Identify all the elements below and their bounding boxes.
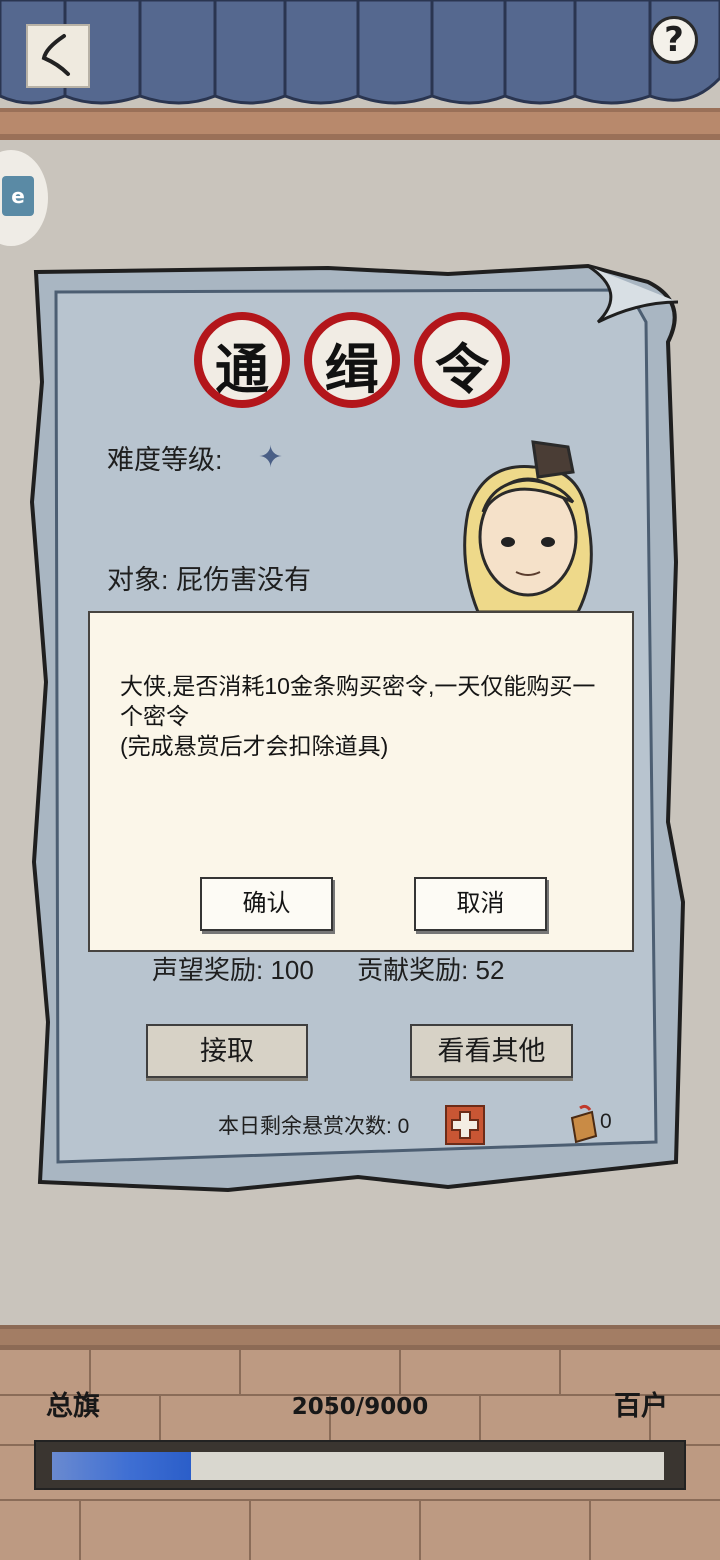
dialog-message-line1: 大侠,是否消耗10金条购买密令,一天仅能购买一个密令 — [120, 673, 596, 729]
reputation-reward: 声望奖励: 100 — [152, 955, 314, 985]
rewards-row: 声望奖励: 100 贡献奖励: 52 — [152, 950, 540, 987]
remaining-bounties-label: 本日剩余悬赏次数: 0 — [218, 1115, 410, 1138]
stamp-char-3: 令 — [435, 337, 489, 401]
confirm-button[interactable]: 确认 — [200, 877, 333, 931]
help-icon: ? — [664, 20, 684, 60]
side-tab-icon: e — [2, 176, 34, 216]
see-others-button[interactable]: 看看其他 — [410, 1024, 573, 1078]
contribution-reward: 贡献奖励: 52 — [357, 955, 505, 985]
stamp-char-2: 缉 — [325, 337, 379, 401]
secret-token-icon — [570, 1104, 598, 1144]
difficulty-star-icon: ✦ — [258, 440, 284, 475]
token-count: 0 — [600, 1110, 612, 1133]
plus-icon — [451, 1111, 479, 1139]
help-button[interactable]: ? — [650, 16, 698, 64]
purchase-confirm-dialog: 大侠,是否消耗10金条购买密令,一天仅能购买一个密令 (完成悬赏后才会扣除道具)… — [88, 611, 634, 952]
back-button[interactable] — [26, 24, 90, 88]
stamp-char-1: 通 — [215, 337, 269, 401]
cancel-button[interactable]: 取消 — [414, 877, 547, 931]
target-label: 对象: 屁伤害没有 — [107, 565, 312, 595]
rank-progress-text: 2050/9000 — [291, 1394, 429, 1420]
difficulty-label: 难度等级: — [107, 445, 223, 475]
awning-roof — [0, 0, 720, 140]
add-bounty-button[interactable] — [445, 1105, 485, 1145]
accept-button[interactable]: 接取 — [146, 1024, 308, 1078]
rank-progress-fill — [52, 1452, 192, 1480]
rank-progress-track — [52, 1452, 664, 1480]
dialog-message-line2: (完成悬赏后才会扣除道具) — [120, 733, 389, 759]
back-arrow-icon — [41, 34, 70, 76]
dialog-message: 大侠,是否消耗10金条购买密令,一天仅能购买一个密令 (完成悬赏后才会扣除道具) — [120, 671, 610, 761]
